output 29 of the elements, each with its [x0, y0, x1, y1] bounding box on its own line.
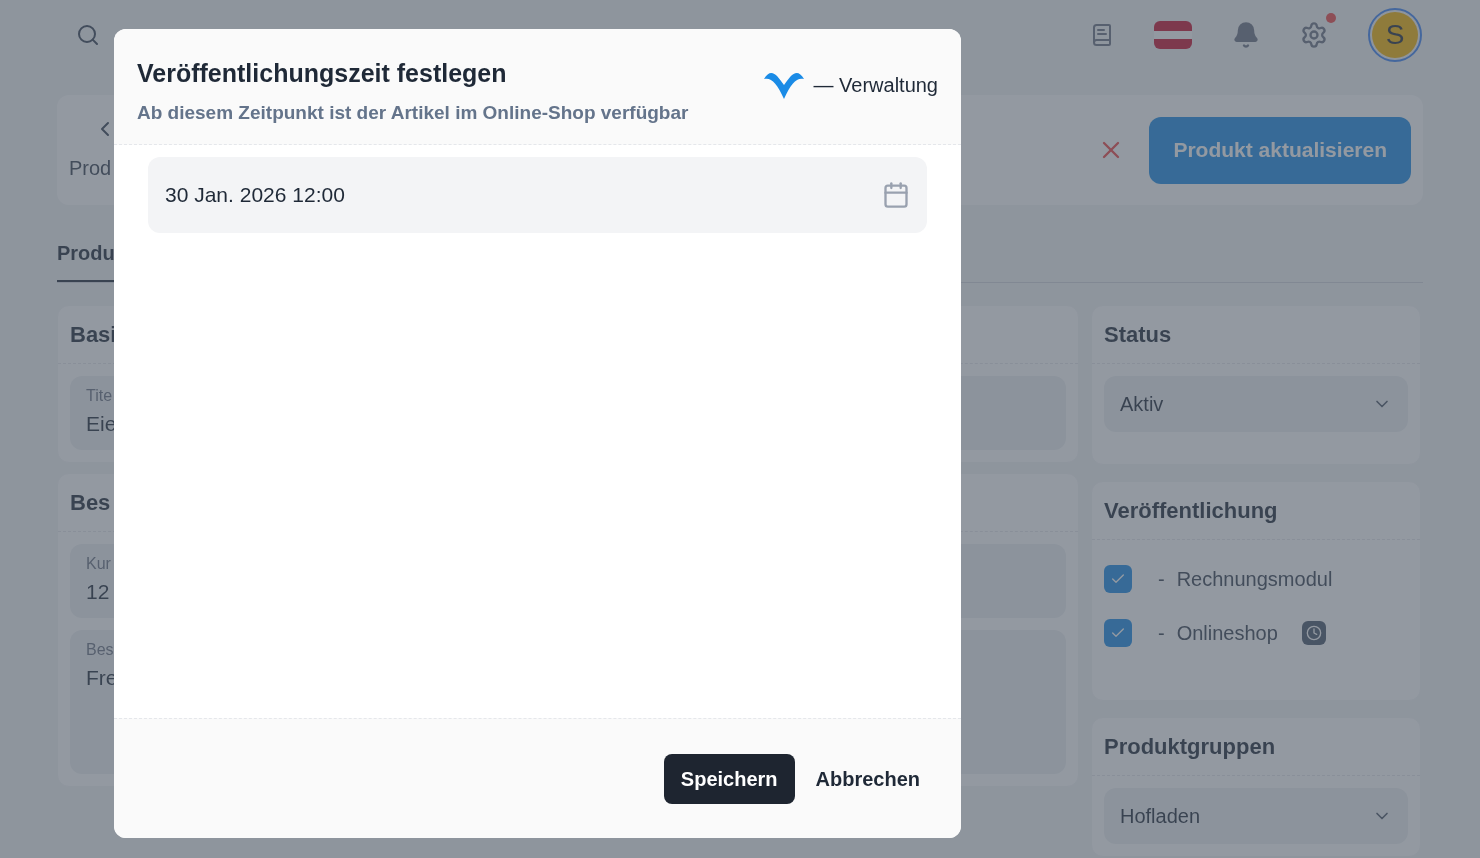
card-title: Basi — [70, 322, 117, 347]
dialog-subtitle: Ab diesem Zeitpunkt ist der Artikel im Online-Shop verfügbar — [137, 100, 689, 125]
clock-icon[interactable] — [1301, 621, 1326, 645]
cancel-button[interactable]: Abbrechen — [798, 753, 937, 804]
book-icon[interactable] — [1090, 23, 1114, 47]
dash: - — [1158, 621, 1165, 646]
channel-label: Onlineshop — [1176, 621, 1278, 646]
card-title: Produktgruppen — [1104, 734, 1276, 759]
search-icon[interactable] — [76, 23, 100, 47]
flag-icon[interactable] — [1154, 21, 1192, 49]
channel-label: Rechnungsmodul — [1176, 567, 1333, 592]
card-title: Veröffentlichung — [1104, 498, 1278, 523]
card-title: Status — [1104, 322, 1172, 347]
settings-icon[interactable] — [1300, 21, 1328, 49]
page-title: Prod — [69, 156, 113, 181]
avatar[interactable]: S — [1368, 8, 1422, 62]
checkbox[interactable] — [1104, 565, 1132, 593]
select-field[interactable]: Aktiv — [1104, 376, 1408, 432]
save-button[interactable]: Speichern — [663, 753, 795, 804]
brand-name: — Verwaltung — [813, 73, 938, 98]
calendar-icon[interactable] — [882, 181, 910, 209]
dash: - — [1158, 567, 1165, 592]
checkbox[interactable] — [1104, 619, 1132, 647]
bell-icon[interactable] — [1232, 21, 1260, 49]
dialog-title: Veröffentlichungszeit festlegen — [137, 58, 508, 89]
update-product-button[interactable]: Produkt aktualisieren — [1149, 116, 1411, 184]
card-title: Bes — [70, 490, 111, 515]
select-field[interactable]: Hofladen — [1104, 788, 1408, 844]
datetime-field[interactable]: 30 Jan. 2026 12:00 — [148, 157, 927, 233]
